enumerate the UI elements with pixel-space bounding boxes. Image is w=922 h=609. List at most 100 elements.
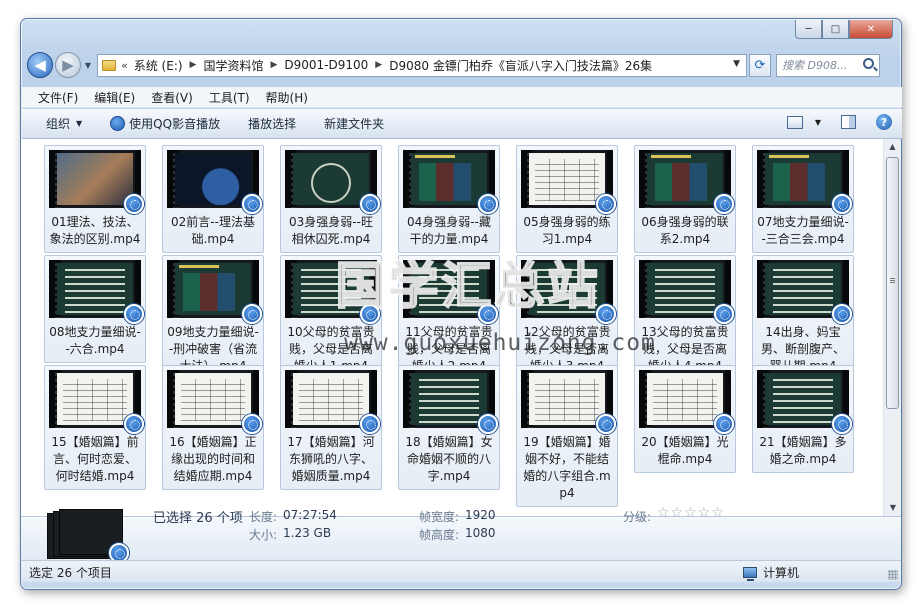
file-tile[interactable]: 06身强身弱的联系2.mp4: [634, 145, 736, 253]
file-tile[interactable]: 17【婚姻篇】河东狮吼的八字、婚姻质量.mp4: [280, 365, 382, 490]
file-name: 18【婚姻篇】女命婚姻不顺的八字.mp4: [405, 435, 493, 483]
file-tile[interactable]: 21【婚姻篇】多婚之命.mp4: [752, 365, 854, 473]
video-thumbnail: [521, 370, 616, 434]
video-thumbnail: [49, 370, 144, 434]
file-name: 02前言--理法基础.mp4: [171, 215, 255, 246]
breadcrumb-overflow[interactable]: «: [121, 59, 128, 72]
file-tile[interactable]: 16【婚姻篇】正缘出现的时间和结婚应期.mp4: [162, 365, 264, 490]
file-tile[interactable]: 07地支力量细说--三合三会.mp4: [752, 145, 854, 253]
file-tile[interactable]: 19【婚姻篇】婚姻不好，不能结婚的八字组合.mp4: [516, 365, 618, 507]
file-tile[interactable]: 08地支力量细说--六合.mp4: [44, 255, 146, 363]
video-frame: [647, 263, 723, 315]
breadcrumb-drive[interactable]: 系统 (E:): [134, 57, 183, 74]
search-icon[interactable]: [863, 57, 874, 69]
file-tile[interactable]: 20【婚姻篇】光棍命.mp4: [634, 365, 736, 473]
qq-player-badge-icon: [714, 304, 734, 324]
address-bar[interactable]: « 系统 (E:) ▶ 国学资料馆 ▶ D9001-D9100 ▶ D9080 …: [97, 53, 747, 77]
rating-label: 分级:: [623, 510, 652, 524]
qq-player-badge-icon: [832, 414, 852, 434]
qq-player-badge-icon: [478, 414, 498, 434]
breadcrumb-separator-icon[interactable]: ▶: [270, 60, 277, 70]
search-input[interactable]: 搜索 D908...: [776, 53, 880, 77]
video-thumbnail: [521, 150, 616, 214]
file-tile[interactable]: 04身强身弱--藏干的力量.mp4: [398, 145, 500, 253]
breadcrumb-guoxue[interactable]: 国学资料馆: [203, 57, 263, 74]
scroll-up-icon[interactable]: ▲: [884, 139, 901, 155]
file-tile[interactable]: 14出身、妈宝男、断剖腹产、婴儿期.mp4: [752, 255, 854, 380]
vertical-scrollbar[interactable]: ▲ ▼: [883, 139, 901, 516]
file-name: 06身强身弱的联系2.mp4: [641, 215, 729, 246]
file-tile[interactable]: 01理法、技法、象法的区别.mp4: [44, 145, 146, 253]
menu-view[interactable]: 查看(V): [151, 89, 193, 106]
change-view-icon[interactable]: [786, 115, 803, 129]
help-icon[interactable]: ?: [876, 114, 892, 130]
video-frame: [647, 373, 723, 425]
breadcrumb-separator-icon[interactable]: ▶: [190, 60, 197, 70]
video-frame: [293, 373, 369, 425]
rating-stars-icon[interactable]: ☆☆☆☆☆: [657, 505, 725, 521]
file-tile[interactable]: 09地支力量细说--刑冲破害（省流大法）.mp4: [162, 255, 264, 380]
breadcrumb-range[interactable]: D9001-D9100: [284, 58, 368, 72]
back-button[interactable]: ◀: [27, 52, 53, 78]
play-selection-button[interactable]: 播放选择: [248, 115, 296, 132]
minimize-button[interactable]: ─: [795, 20, 822, 39]
forward-button[interactable]: ▶: [55, 52, 81, 78]
address-dropdown-icon[interactable]: ▼: [733, 59, 740, 69]
qq-player-badge-icon: [714, 414, 734, 434]
video-thumbnail: [49, 150, 144, 214]
file-tile[interactable]: 18【婚姻篇】女命婚姻不顺的八字.mp4: [398, 365, 500, 490]
maximize-button[interactable]: □: [822, 20, 849, 39]
new-folder-button[interactable]: 新建文件夹: [324, 115, 384, 132]
qq-player-button[interactable]: 使用QQ影音播放: [110, 115, 220, 132]
organize-label: 组织: [46, 117, 71, 131]
preview-pane-icon[interactable]: [841, 115, 856, 129]
video-frame: [293, 153, 369, 205]
menu-help[interactable]: 帮助(H): [266, 89, 308, 106]
watermark-url: www.guoxuehuizong.com: [344, 330, 656, 356]
view-options-dropdown-icon[interactable]: ▼: [815, 118, 821, 127]
refresh-button[interactable]: ⟳: [749, 53, 771, 77]
menu-tools[interactable]: 工具(T): [209, 89, 250, 106]
menu-file[interactable]: 文件(F): [38, 89, 78, 106]
breadcrumb-current[interactable]: D9080 金镖门柏乔《盲派八字入门技法篇》26集: [389, 57, 652, 74]
file-tile[interactable]: 03身强身弱--旺相休囚死.mp4: [280, 145, 382, 253]
size-value: 1.23 GB: [283, 526, 332, 540]
file-tile[interactable]: 05身强身弱的练习1.mp4: [516, 145, 618, 253]
file-name: 16【婚姻篇】正缘出现的时间和结婚应期.mp4: [169, 435, 257, 483]
breadcrumb-separator-icon[interactable]: ▶: [375, 60, 382, 70]
close-button[interactable]: ✕: [849, 20, 893, 39]
video-thumbnail: [49, 260, 144, 324]
file-tile[interactable]: 13父母的贫富贵贱，父母是否离婚少人4.mp4: [634, 255, 736, 380]
qq-player-badge-icon: [596, 194, 616, 214]
video-frame: [57, 263, 133, 315]
file-name: 15【婚姻篇】前言、何时恋爱、何时结婚.mp4: [51, 435, 139, 483]
file-tile[interactable]: 02前言--理法基础.mp4: [162, 145, 264, 253]
organize-button[interactable]: 组织 ▼: [46, 115, 82, 132]
video-frame: [57, 153, 133, 205]
frame-width-value: 1920: [465, 508, 496, 522]
search-placeholder: 搜索 D908...: [782, 59, 848, 72]
qq-player-badge-icon: [478, 194, 498, 214]
status-location: 计算机: [743, 564, 799, 581]
qq-player-badge-icon: [242, 304, 262, 324]
resize-grip-icon[interactable]: [888, 570, 898, 580]
status-computer-label: 计算机: [763, 566, 800, 580]
selection-count: 已选择 26 个项: [153, 511, 243, 526]
file-name: 17【婚姻篇】河东狮吼的八字、婚姻质量.mp4: [287, 435, 375, 483]
video-thumbnail: [757, 260, 852, 324]
qq-player-badge-icon: [124, 414, 144, 434]
qq-player-label: 使用QQ影音播放: [129, 117, 221, 131]
file-tile[interactable]: 15【婚姻篇】前言、何时恋爱、何时结婚.mp4: [44, 365, 146, 490]
qq-player-badge-icon: [714, 194, 734, 214]
qq-player-badge-icon: [124, 304, 144, 324]
file-name: 07地支力量细说--三合三会.mp4: [757, 215, 849, 246]
toolbar-right: ▼ ?: [786, 114, 892, 130]
video-frame: [529, 373, 605, 425]
qq-player-icon: [110, 116, 126, 131]
chevron-down-icon: ▼: [76, 119, 83, 128]
video-frame: [175, 153, 251, 205]
scrollbar-thumb[interactable]: [886, 157, 899, 409]
menu-edit[interactable]: 编辑(E): [94, 89, 135, 106]
scroll-down-icon[interactable]: ▼: [884, 500, 902, 516]
recent-pages-dropdown[interactable]: ▼: [83, 61, 93, 70]
